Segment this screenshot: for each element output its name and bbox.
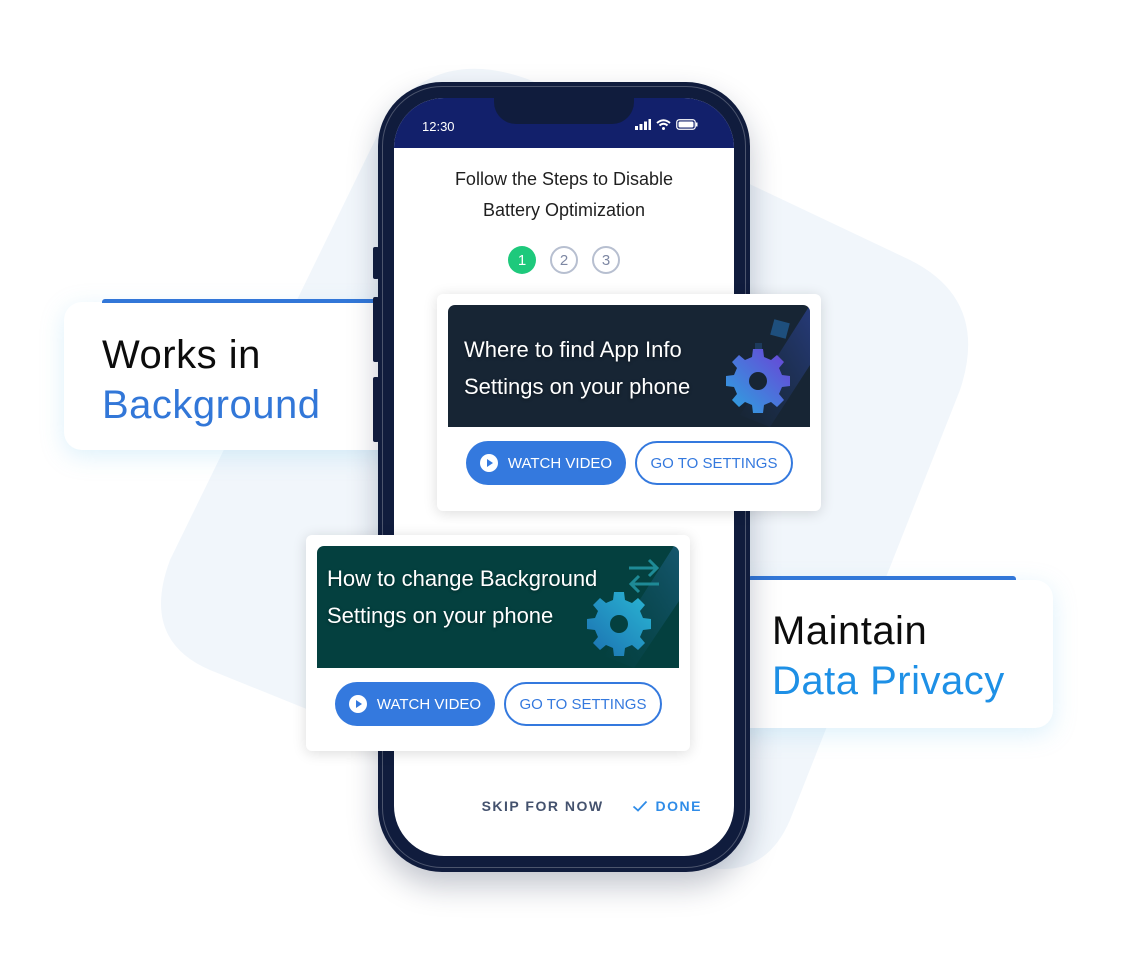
skip-for-now-button[interactable]: SKIP FOR NOW [482, 798, 604, 814]
feature-line1: Maintain [772, 609, 928, 653]
feature-line2: Data Privacy [772, 659, 1005, 703]
page-title: Follow the Steps to Disable Battery Opti… [394, 164, 734, 226]
feature-text: Maintain Data Privacy [772, 606, 1005, 706]
feature-accent-bar [102, 299, 402, 303]
phone-side-button [373, 247, 379, 279]
feature-card-privacy: Maintain Data Privacy [730, 580, 1053, 728]
phone-side-button [373, 297, 379, 362]
wifi-icon [656, 119, 671, 130]
phone-notch [494, 98, 634, 124]
video-thumbnail[interactable]: How to change Background Settings on you… [317, 546, 679, 668]
status-time: 12:30 [422, 119, 455, 134]
step-indicator: 1 2 3 [394, 246, 734, 274]
title-line2: Battery Optimization [482, 200, 646, 220]
phone-side-button [373, 377, 379, 442]
card-actions: WATCH VIDEO GO TO SETTINGS [466, 441, 793, 485]
watch-video-button[interactable]: WATCH VIDEO [335, 682, 495, 726]
feature-text: Works in Background [102, 330, 320, 430]
status-icons [635, 119, 698, 130]
footer-actions: SKIP FOR NOW DONE [482, 798, 702, 814]
done-button[interactable]: DONE [632, 798, 702, 814]
status-bar: 12:30 [394, 98, 734, 148]
play-icon [348, 695, 367, 713]
tutorial-card-background-settings: How to change Background Settings on you… [306, 535, 690, 751]
thumbnail-title: Where to find App Info Settings on your … [464, 331, 690, 405]
battery-icon [676, 119, 698, 130]
thumbnail-title-line2: Settings on your phone [464, 374, 691, 399]
done-label: DONE [655, 798, 702, 814]
step-1[interactable]: 1 [508, 246, 536, 274]
signal-icon [635, 119, 651, 130]
video-thumbnail[interactable]: Where to find App Info Settings on your … [448, 305, 810, 427]
go-to-settings-button[interactable]: GO TO SETTINGS [635, 441, 793, 485]
tutorial-card-app-info: Where to find App Info Settings on your … [437, 294, 821, 511]
watch-video-button[interactable]: WATCH VIDEO [466, 441, 626, 485]
card-actions: WATCH VIDEO GO TO SETTINGS [335, 682, 662, 726]
thumbnail-title-line2: Settings on your phone [327, 603, 554, 628]
check-icon [632, 800, 647, 812]
feature-line1: Works in [102, 333, 261, 377]
gear-swap-icon [587, 546, 679, 668]
watch-video-label: WATCH VIDEO [376, 695, 482, 713]
gear-icon [726, 305, 810, 427]
title-line1: Follow the Steps to Disable [454, 169, 674, 189]
play-icon [479, 454, 498, 472]
step-2[interactable]: 2 [550, 246, 578, 274]
thumbnail-title-line1: How to change Background [327, 566, 598, 591]
feature-accent-bar [748, 576, 1016, 580]
thumbnail-title: How to change Background Settings on you… [327, 560, 597, 634]
feature-line2: Background [102, 383, 321, 427]
watch-video-label: WATCH VIDEO [507, 454, 613, 472]
thumbnail-title-line1: Where to find App Info [464, 337, 682, 362]
feature-card-background: Works in Background [64, 302, 400, 450]
step-3[interactable]: 3 [592, 246, 620, 274]
go-to-settings-button[interactable]: GO TO SETTINGS [504, 682, 662, 726]
